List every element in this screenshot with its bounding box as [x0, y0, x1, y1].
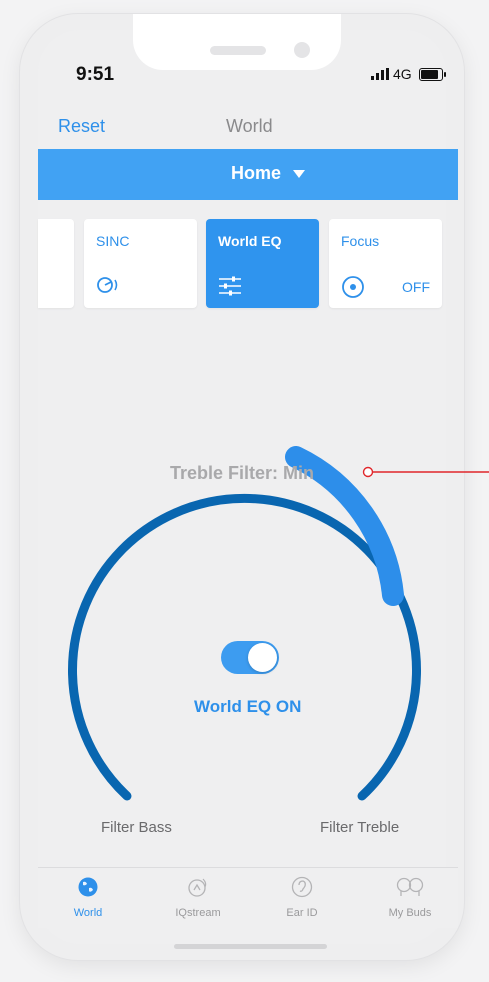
- focus-disc-icon: [341, 275, 365, 304]
- toggle-knob: [248, 643, 277, 672]
- home-indicator: [174, 944, 327, 949]
- mode-selector-text: Home: [231, 163, 282, 183]
- iqstream-icon: [188, 878, 207, 897]
- speaker: [210, 46, 266, 55]
- tab-ear-id[interactable]: Ear ID: [262, 876, 342, 919]
- status-time: 9:51: [76, 64, 115, 85]
- preset-card-title: Focus: [341, 233, 380, 249]
- preset-card-title: World EQ: [218, 233, 282, 249]
- world-eq-status: World EQ ON: [194, 697, 302, 716]
- preset-card-sinc[interactable]: SINC: [84, 219, 197, 308]
- preset-card-focus[interactable]: Focus OFF: [329, 219, 442, 308]
- focus-state: OFF: [402, 279, 430, 295]
- earbuds-icon: [396, 877, 424, 896]
- page-title: World: [226, 116, 273, 136]
- preset-card-offscreen[interactable]: [38, 219, 74, 308]
- tab-label: IQstream: [175, 907, 221, 919]
- tab-world[interactable]: World: [48, 876, 128, 919]
- signal-icon: [371, 68, 389, 80]
- chevron-down-icon: [293, 169, 306, 178]
- filter-value-label: Treble Filter: Min: [170, 463, 315, 483]
- tab-label: Ear ID: [286, 907, 318, 919]
- mode-selector-label[interactable]: Home: [231, 163, 306, 184]
- tab-label: My Buds: [388, 907, 432, 919]
- camera: [294, 42, 310, 58]
- tab-my-buds[interactable]: My Buds: [370, 876, 450, 919]
- preset-card-title: SINC: [96, 233, 130, 249]
- nav-bar: Reset World: [38, 110, 458, 148]
- globe-icon: [78, 877, 98, 897]
- callout-pointer: [362, 466, 489, 478]
- status-indicators: 4G: [371, 66, 446, 82]
- eq-dial[interactable]: [38, 440, 458, 840]
- sinc-icon: [96, 275, 122, 300]
- battery-icon: [418, 67, 446, 81]
- filter-bass-label: Filter Bass: [101, 819, 172, 836]
- filter-treble-label: Filter Treble: [320, 819, 400, 836]
- tab-iqstream[interactable]: IQstream: [158, 876, 238, 919]
- mode-selector[interactable]: Home: [38, 149, 458, 200]
- network-label: 4G: [393, 66, 412, 82]
- world-eq-toggle[interactable]: [221, 641, 279, 674]
- tab-label: World: [73, 907, 103, 919]
- reset-button[interactable]: Reset: [58, 116, 105, 137]
- ear-icon: [291, 876, 313, 898]
- preset-card-world-eq[interactable]: World EQ: [206, 219, 319, 308]
- notch: [133, 14, 341, 70]
- tab-bar: World IQstream Ear ID My Buds: [38, 867, 458, 928]
- eq-sliders-icon: [218, 275, 242, 302]
